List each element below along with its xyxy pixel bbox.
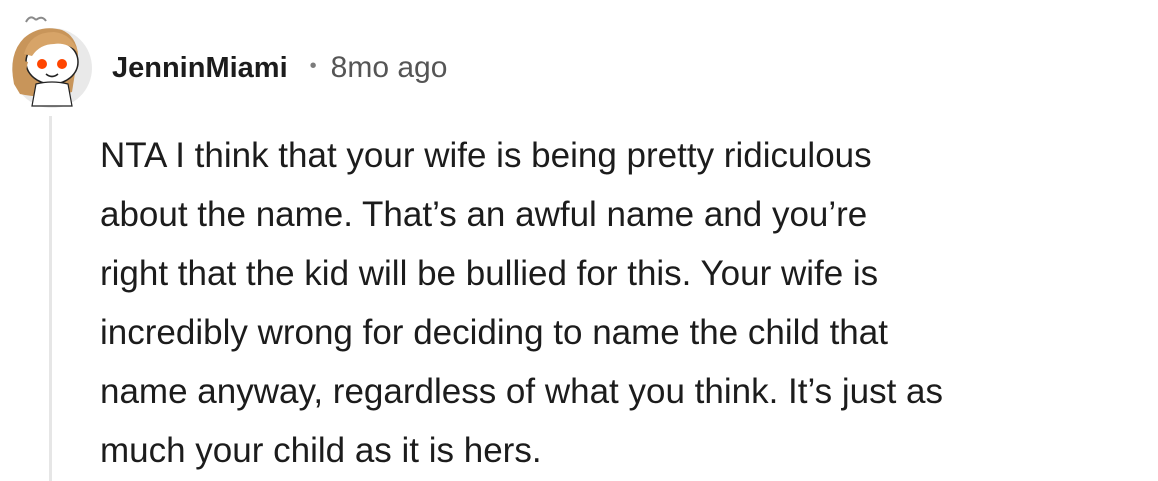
comment-header: JenninMiami • 8mo ago — [112, 48, 447, 88]
comment-body: NTA I think that your wife is being pret… — [100, 136, 944, 470]
thread-line[interactable] — [49, 116, 52, 481]
avatar[interactable] — [6, 14, 96, 110]
snoo-avatar-icon — [12, 16, 92, 108]
timestamp[interactable]: 8mo ago — [331, 51, 448, 85]
separator-dot: • — [309, 54, 317, 77]
username-link[interactable]: JenninMiami — [112, 52, 288, 85]
comment-card: JenninMiami • 8mo ago NTA I think that y… — [0, 0, 1158, 481]
